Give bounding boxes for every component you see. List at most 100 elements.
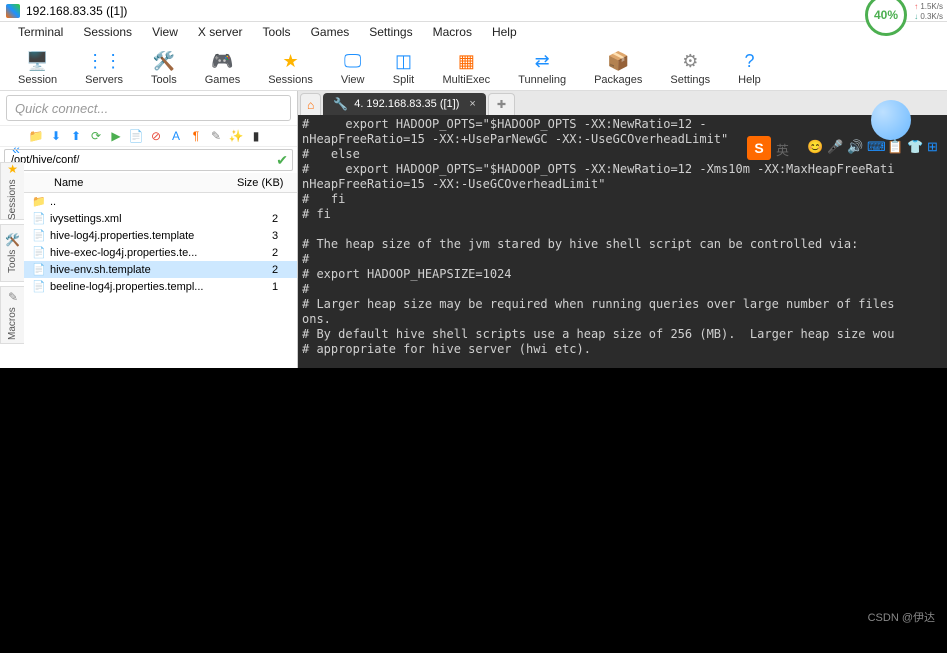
- new-folder-icon[interactable]: ▶: [108, 128, 124, 144]
- file-name: beeline-log4j.properties.templ...: [50, 281, 253, 293]
- tool-session[interactable]: 🖥️Session: [18, 50, 57, 86]
- file-size: 1: [253, 281, 297, 293]
- file-list: 📁..📄ivysettings.xml2📄hive-log4j.properti…: [0, 193, 297, 368]
- ime-badge[interactable]: S: [747, 136, 771, 160]
- file-row[interactable]: 📄hive-env.sh.template2: [0, 261, 297, 278]
- session-icon: 🔧: [333, 97, 348, 111]
- watermark: CSDN @伊达: [868, 609, 935, 625]
- tab-strip: ⌂ 🔧 4. 192.168.83.35 ([1]) × ✚: [298, 91, 947, 115]
- menu-terminal[interactable]: Terminal: [18, 25, 63, 39]
- tool-multiexec[interactable]: ▦MultiExec: [443, 50, 491, 86]
- ime-icon-5[interactable]: 👕: [907, 139, 923, 155]
- tool-packages[interactable]: 📦Packages: [594, 50, 642, 86]
- file-list-header: ▴ Name Size (KB): [0, 173, 297, 193]
- col-size[interactable]: Size (KB): [237, 177, 297, 189]
- ime-icon-4[interactable]: 📋: [887, 139, 903, 155]
- tools-icon: 🛠️: [5, 233, 20, 247]
- file-row[interactable]: 📄ivysettings.xml2: [0, 210, 297, 227]
- menu-macros[interactable]: Macros: [433, 25, 472, 39]
- file-size: 2: [253, 264, 297, 276]
- tool-help[interactable]: ? Help: [738, 50, 761, 86]
- sessions-icon: ★: [7, 162, 18, 176]
- new-file-icon[interactable]: 📄: [128, 128, 144, 144]
- ime-icon-0[interactable]: 😊: [807, 139, 823, 155]
- delete-icon[interactable]: ⊘: [148, 128, 164, 144]
- tab-new[interactable]: ✚: [488, 93, 515, 115]
- tab-session-active[interactable]: 🔧 4. 192.168.83.35 ([1]) ×: [323, 93, 486, 115]
- file-name: ..: [50, 196, 253, 208]
- file-name: hive-exec-log4j.properties.te...: [50, 247, 253, 259]
- side-tab-label: Sessions: [7, 179, 18, 220]
- file-row[interactable]: 📄hive-exec-log4j.properties.te...2: [0, 244, 297, 261]
- net-up: 1.5K/s: [914, 2, 943, 12]
- file-icon: 📄: [32, 246, 46, 260]
- window-title: 192.168.83.35 ([1]): [26, 4, 127, 18]
- tool-label: MultiExec: [443, 74, 491, 86]
- tool-servers[interactable]: ⋮⋮Servers: [85, 50, 123, 86]
- tool-view[interactable]: 🖵View: [341, 50, 365, 86]
- ime-toolbar: 😊🎤🔊⌨📋👕⊞: [807, 139, 943, 155]
- side-tab-tools[interactable]: Tools🛠️: [0, 224, 24, 282]
- app-logo-icon: [6, 4, 20, 18]
- tool-tunneling[interactable]: ⇄Tunneling: [518, 50, 566, 86]
- quick-connect-input[interactable]: Quick connect...: [6, 95, 291, 121]
- close-tab-icon[interactable]: ×: [469, 98, 475, 110]
- ime-icon-2[interactable]: 🔊: [847, 139, 863, 155]
- menu-settings[interactable]: Settings: [369, 25, 412, 39]
- file-row[interactable]: 📄hive-log4j.properties.template3: [0, 227, 297, 244]
- menu-sessions[interactable]: Sessions: [83, 25, 132, 39]
- folder-icon[interactable]: 📁: [28, 128, 44, 144]
- tool-label: Tools: [151, 74, 177, 86]
- tab-home[interactable]: ⌂: [300, 93, 321, 115]
- col-name[interactable]: Name: [20, 177, 237, 189]
- tool-split[interactable]: ◫Split: [393, 50, 415, 86]
- ime-icon-1[interactable]: 🎤: [827, 139, 843, 155]
- sftp-toolbar: 📁 ⬇ ⬆ ⟳ ▶ 📄 ⊘ A ¶ ✎ ✨ ▮: [0, 125, 297, 147]
- file-size: 2: [253, 213, 297, 225]
- tool-tools[interactable]: 🛠️Tools: [151, 50, 177, 86]
- file-size: 3: [253, 230, 297, 242]
- sessions-icon: ★: [280, 50, 302, 72]
- folder-icon: 📁: [32, 195, 46, 209]
- file-row[interactable]: 📄beeline-log4j.properties.templ...1: [0, 278, 297, 295]
- terminal-icon[interactable]: ▮: [248, 128, 264, 144]
- menu-view[interactable]: View: [152, 25, 178, 39]
- upload-icon[interactable]: ⬆: [68, 128, 84, 144]
- font-icon[interactable]: A: [168, 128, 184, 144]
- tunneling-icon: ⇄: [531, 50, 553, 72]
- net-down: 0.3K/s: [914, 12, 943, 22]
- edit-icon[interactable]: ✎: [208, 128, 224, 144]
- plus-icon: ✚: [497, 98, 506, 111]
- ime-icon-6[interactable]: ⊞: [927, 139, 943, 155]
- help-icon: ?: [738, 50, 760, 72]
- side-tabs: Sessions ★ Tools🛠️ Macros✎: [0, 162, 24, 344]
- refresh-icon[interactable]: ⟳: [88, 128, 104, 144]
- wand-icon[interactable]: ✨: [228, 128, 244, 144]
- tool-settings[interactable]: ⚙Settings: [670, 50, 710, 86]
- menu-help[interactable]: Help: [492, 25, 517, 39]
- tool-games[interactable]: 🎮 Games: [205, 50, 240, 86]
- ime-icon-3[interactable]: ⌨: [867, 139, 883, 155]
- file-row[interactable]: 📁..: [0, 193, 297, 210]
- tool-sessions[interactable]: ★Sessions: [268, 50, 313, 86]
- side-tab-macros[interactable]: Macros✎: [0, 286, 24, 344]
- menu-x-server[interactable]: X server: [198, 25, 243, 39]
- menu-games[interactable]: Games: [311, 25, 350, 39]
- tool-label: Games: [205, 74, 240, 86]
- menu-tools[interactable]: Tools: [263, 25, 291, 39]
- tool-label: Settings: [670, 74, 710, 86]
- file-icon: 📄: [32, 212, 46, 226]
- download-icon[interactable]: ⬇: [48, 128, 64, 144]
- home-icon: ⌂: [307, 98, 314, 112]
- file-name: hive-env.sh.template: [50, 264, 253, 276]
- tool-label: Split: [393, 74, 414, 86]
- filter-icon[interactable]: ¶: [188, 128, 204, 144]
- tool-label: View: [341, 74, 365, 86]
- games-icon: 🎮: [211, 50, 233, 72]
- side-tab-sessions[interactable]: Sessions ★: [0, 162, 24, 220]
- session-icon: 🖥️: [27, 50, 49, 72]
- path-input[interactable]: /opt/hive/conf/ ✔: [4, 149, 293, 171]
- tool-label: Help: [738, 74, 761, 86]
- globe-icon: [871, 100, 911, 140]
- side-tab-label: Macros: [7, 307, 18, 340]
